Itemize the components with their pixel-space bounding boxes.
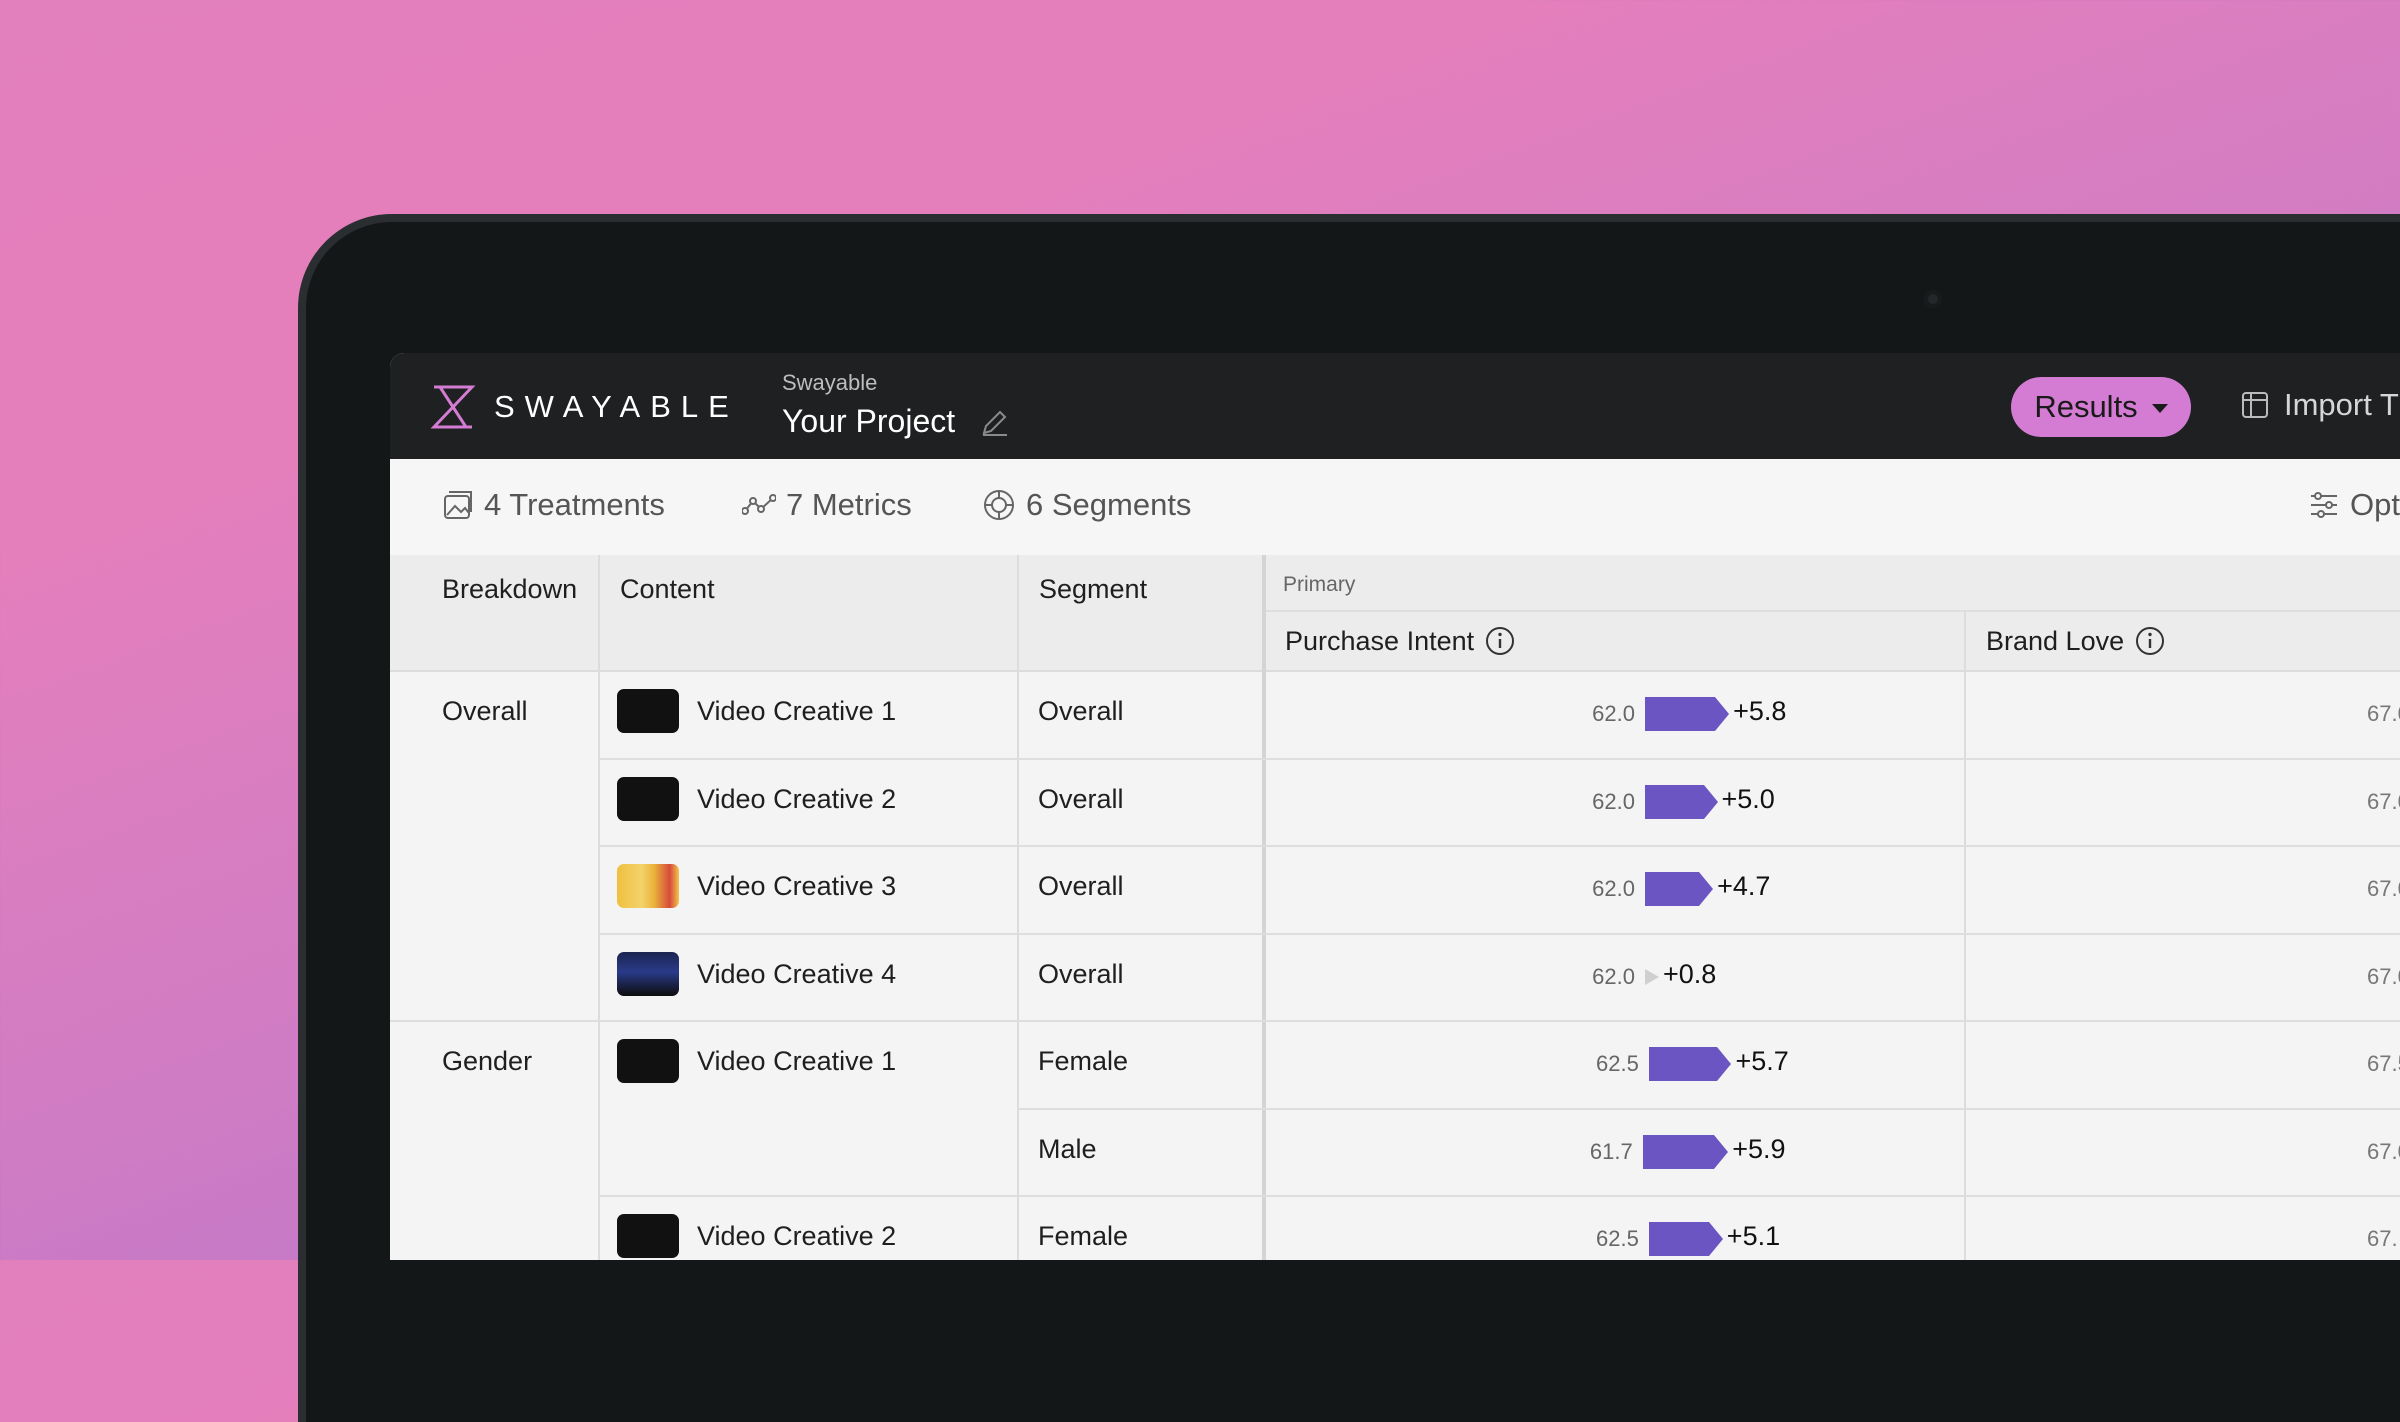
segment-cell: Overall <box>1038 696 1124 726</box>
import-label: Import T <box>2284 387 2399 422</box>
video-thumbnail[interactable] <box>617 1039 679 1083</box>
content-cell[interactable]: Video Creative 2 <box>697 784 896 815</box>
chevron-down-icon <box>2151 404 2168 413</box>
camera-dot <box>1924 290 1942 308</box>
table-row[interactable]: Gender Video Creative 1 Female 62.5 +5.7 67.5 <box>390 1020 2400 1107</box>
brand-love-label: Brand Love <box>1986 625 2125 656</box>
lift-delta: +5.8 <box>1733 696 1787 726</box>
info-icon[interactable] <box>1484 625 1516 657</box>
brand-love-baseline: 67.5 <box>2367 1051 2400 1076</box>
segment-cell: Overall <box>1038 871 1124 901</box>
org-name: Swayable <box>782 370 878 395</box>
breakdown-header[interactable]: Breakdown <box>442 574 577 605</box>
baseline-value: 62.0 <box>1592 788 1635 814</box>
project-name[interactable]: Your Project <box>782 403 955 440</box>
lift-marker[interactable] <box>1645 968 1659 985</box>
baseline-value: 62.0 <box>1592 963 1635 989</box>
segment-cell: Overall <box>1038 958 1124 989</box>
content-cell[interactable]: Video Creative 4 <box>697 959 896 990</box>
baseline-value: 62.5 <box>1596 1051 1639 1076</box>
lift-bar[interactable] <box>1645 872 1714 906</box>
segment-cell: Female <box>1038 1046 1129 1076</box>
results-button[interactable]: Results <box>2011 377 2191 437</box>
lift-bar[interactable] <box>1642 1134 1728 1169</box>
content-cell[interactable]: Video Creative 1 <box>697 1046 896 1077</box>
segment-cell: Male <box>1038 1133 1097 1164</box>
metrics-label: 7 Metrics <box>786 487 912 522</box>
segments-label: 6 Segments <box>1026 487 1192 522</box>
primary-group-label: Primary <box>1283 573 1356 596</box>
baseline-value: 62.0 <box>1592 876 1635 901</box>
pencil-icon[interactable] <box>980 407 1010 437</box>
content-cell[interactable]: Video Creative 1 <box>697 696 896 727</box>
lift-delta: +5.7 <box>1735 1046 1789 1076</box>
segment-cell: Overall <box>1038 783 1124 814</box>
header-divider <box>1264 610 2400 612</box>
options-label: Opt <box>2350 487 2400 522</box>
brand-love-baseline: 67.0 <box>2367 701 2400 726</box>
lift-delta: +5.0 <box>1721 783 1775 814</box>
video-thumbnail[interactable] <box>617 776 679 821</box>
lift-bar[interactable] <box>1648 1222 1723 1256</box>
sliders-icon <box>2311 492 2337 518</box>
brand-love-baseline: 67.0 <box>2367 876 2400 901</box>
swayable-logo-icon <box>430 385 476 429</box>
table-row[interactable]: Video Creative 3 Overall 62.0 +4.7 67.0 <box>390 845 2400 932</box>
lift-bar[interactable] <box>1648 1047 1732 1081</box>
treatments-label: 4 Treatments <box>484 487 665 522</box>
lift-delta: +0.8 <box>1663 958 1717 989</box>
table-row[interactable]: Video Creative 2 Female 62.5 +5.1 67. <box>390 1195 2400 1260</box>
baseline-value: 62.5 <box>1596 1226 1639 1251</box>
breakdown-cell: Gender <box>442 1046 533 1076</box>
lift-bar[interactable] <box>1645 697 1730 731</box>
sub-toolbar: 4 Treatments 7 Metrics 6 Segments Opt <box>390 459 2400 557</box>
content-header[interactable]: Content <box>620 574 715 605</box>
baseline-value: 62.0 <box>1592 701 1635 726</box>
brand-love-baseline: 67.0 <box>2367 788 2400 814</box>
lift-delta: +5.9 <box>1732 1133 1786 1164</box>
lift-bar[interactable] <box>1645 784 1717 819</box>
segment-cell: Female <box>1038 1221 1129 1251</box>
table-row[interactable]: Video Creative 2 Overall 62.0 +5.0 67.0 <box>390 758 2400 845</box>
app-window: SWAYABLE Swayable Your Project Results I… <box>390 353 2400 1260</box>
top-bar: SWAYABLE Swayable Your Project Results I… <box>390 353 2400 459</box>
treatments-tab[interactable]: 4 Treatments <box>442 487 665 523</box>
table-row[interactable]: Overall Video Creative 1 Overall 62.0 +5.8 67… <box>390 670 2400 757</box>
metrics-line-icon <box>742 494 776 515</box>
content-cell[interactable]: Video Creative 3 <box>697 871 896 902</box>
segment-header[interactable]: Segment <box>1039 574 1147 605</box>
metrics-tab[interactable]: 7 Metrics <box>742 487 912 523</box>
brand-love-baseline: 67.0 <box>2367 963 2400 989</box>
video-thumbnail[interactable] <box>617 951 679 996</box>
content-cell[interactable]: Video Creative 2 <box>697 1221 896 1252</box>
baseline-value: 61.7 <box>1589 1138 1633 1164</box>
breakdown-cell: Overall <box>442 696 528 726</box>
purchase-intent-label: Purchase Intent <box>1285 625 1475 656</box>
table-row[interactable]: Video Creative 4 Overall 62.0 +0.8 67.0 <box>390 933 2400 1020</box>
options-button[interactable]: Opt <box>2308 487 2400 523</box>
images-icon <box>444 491 472 519</box>
results-label: Results <box>2034 389 2138 424</box>
brand-love-baseline: 67. <box>2367 1226 2398 1251</box>
table-import-icon <box>2242 392 2268 418</box>
video-thumbnail[interactable] <box>617 864 679 908</box>
logo-text: SWAYABLE <box>494 389 739 424</box>
purchase-intent-header[interactable]: Purchase Intent <box>1285 625 1516 657</box>
brand-love-baseline: 67.0 <box>2367 1138 2400 1164</box>
segments-tab[interactable]: 6 Segments <box>982 487 1191 523</box>
import-button[interactable]: Import T <box>2240 387 2399 423</box>
brand-love-header[interactable]: Brand Love <box>1986 625 2166 657</box>
lift-delta: +4.7 <box>1717 871 1771 901</box>
lift-delta: +5.1 <box>1726 1221 1781 1251</box>
info-icon[interactable] <box>2134 625 2166 657</box>
video-thumbnail[interactable] <box>617 689 679 733</box>
segments-icon <box>984 490 1014 520</box>
video-thumbnail[interactable] <box>617 1214 679 1258</box>
table-row[interactable]: Male 61.7 +5.9 67.0 <box>390 1108 2400 1195</box>
